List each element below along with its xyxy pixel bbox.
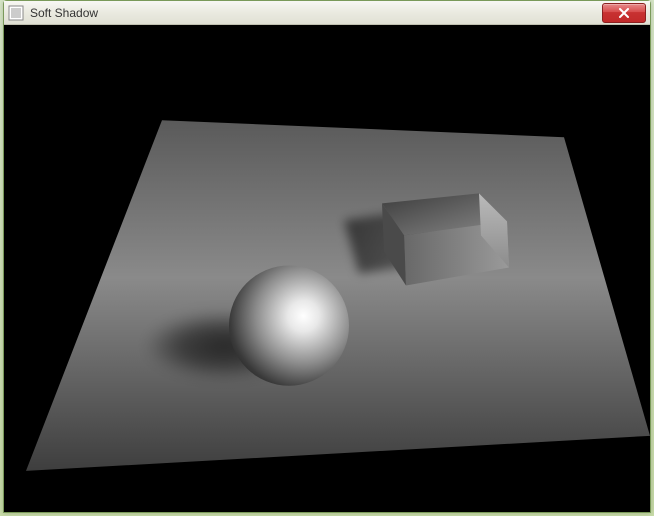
title-bar[interactable]: Soft Shadow — [4, 1, 650, 25]
app-window: Soft Shadow — [3, 0, 651, 513]
window-title: Soft Shadow — [30, 6, 602, 20]
render-viewport — [4, 25, 650, 512]
close-button[interactable] — [602, 3, 646, 23]
sphere — [229, 265, 349, 385]
scene-render — [4, 25, 650, 512]
app-icon — [8, 5, 24, 21]
close-icon — [618, 8, 630, 18]
